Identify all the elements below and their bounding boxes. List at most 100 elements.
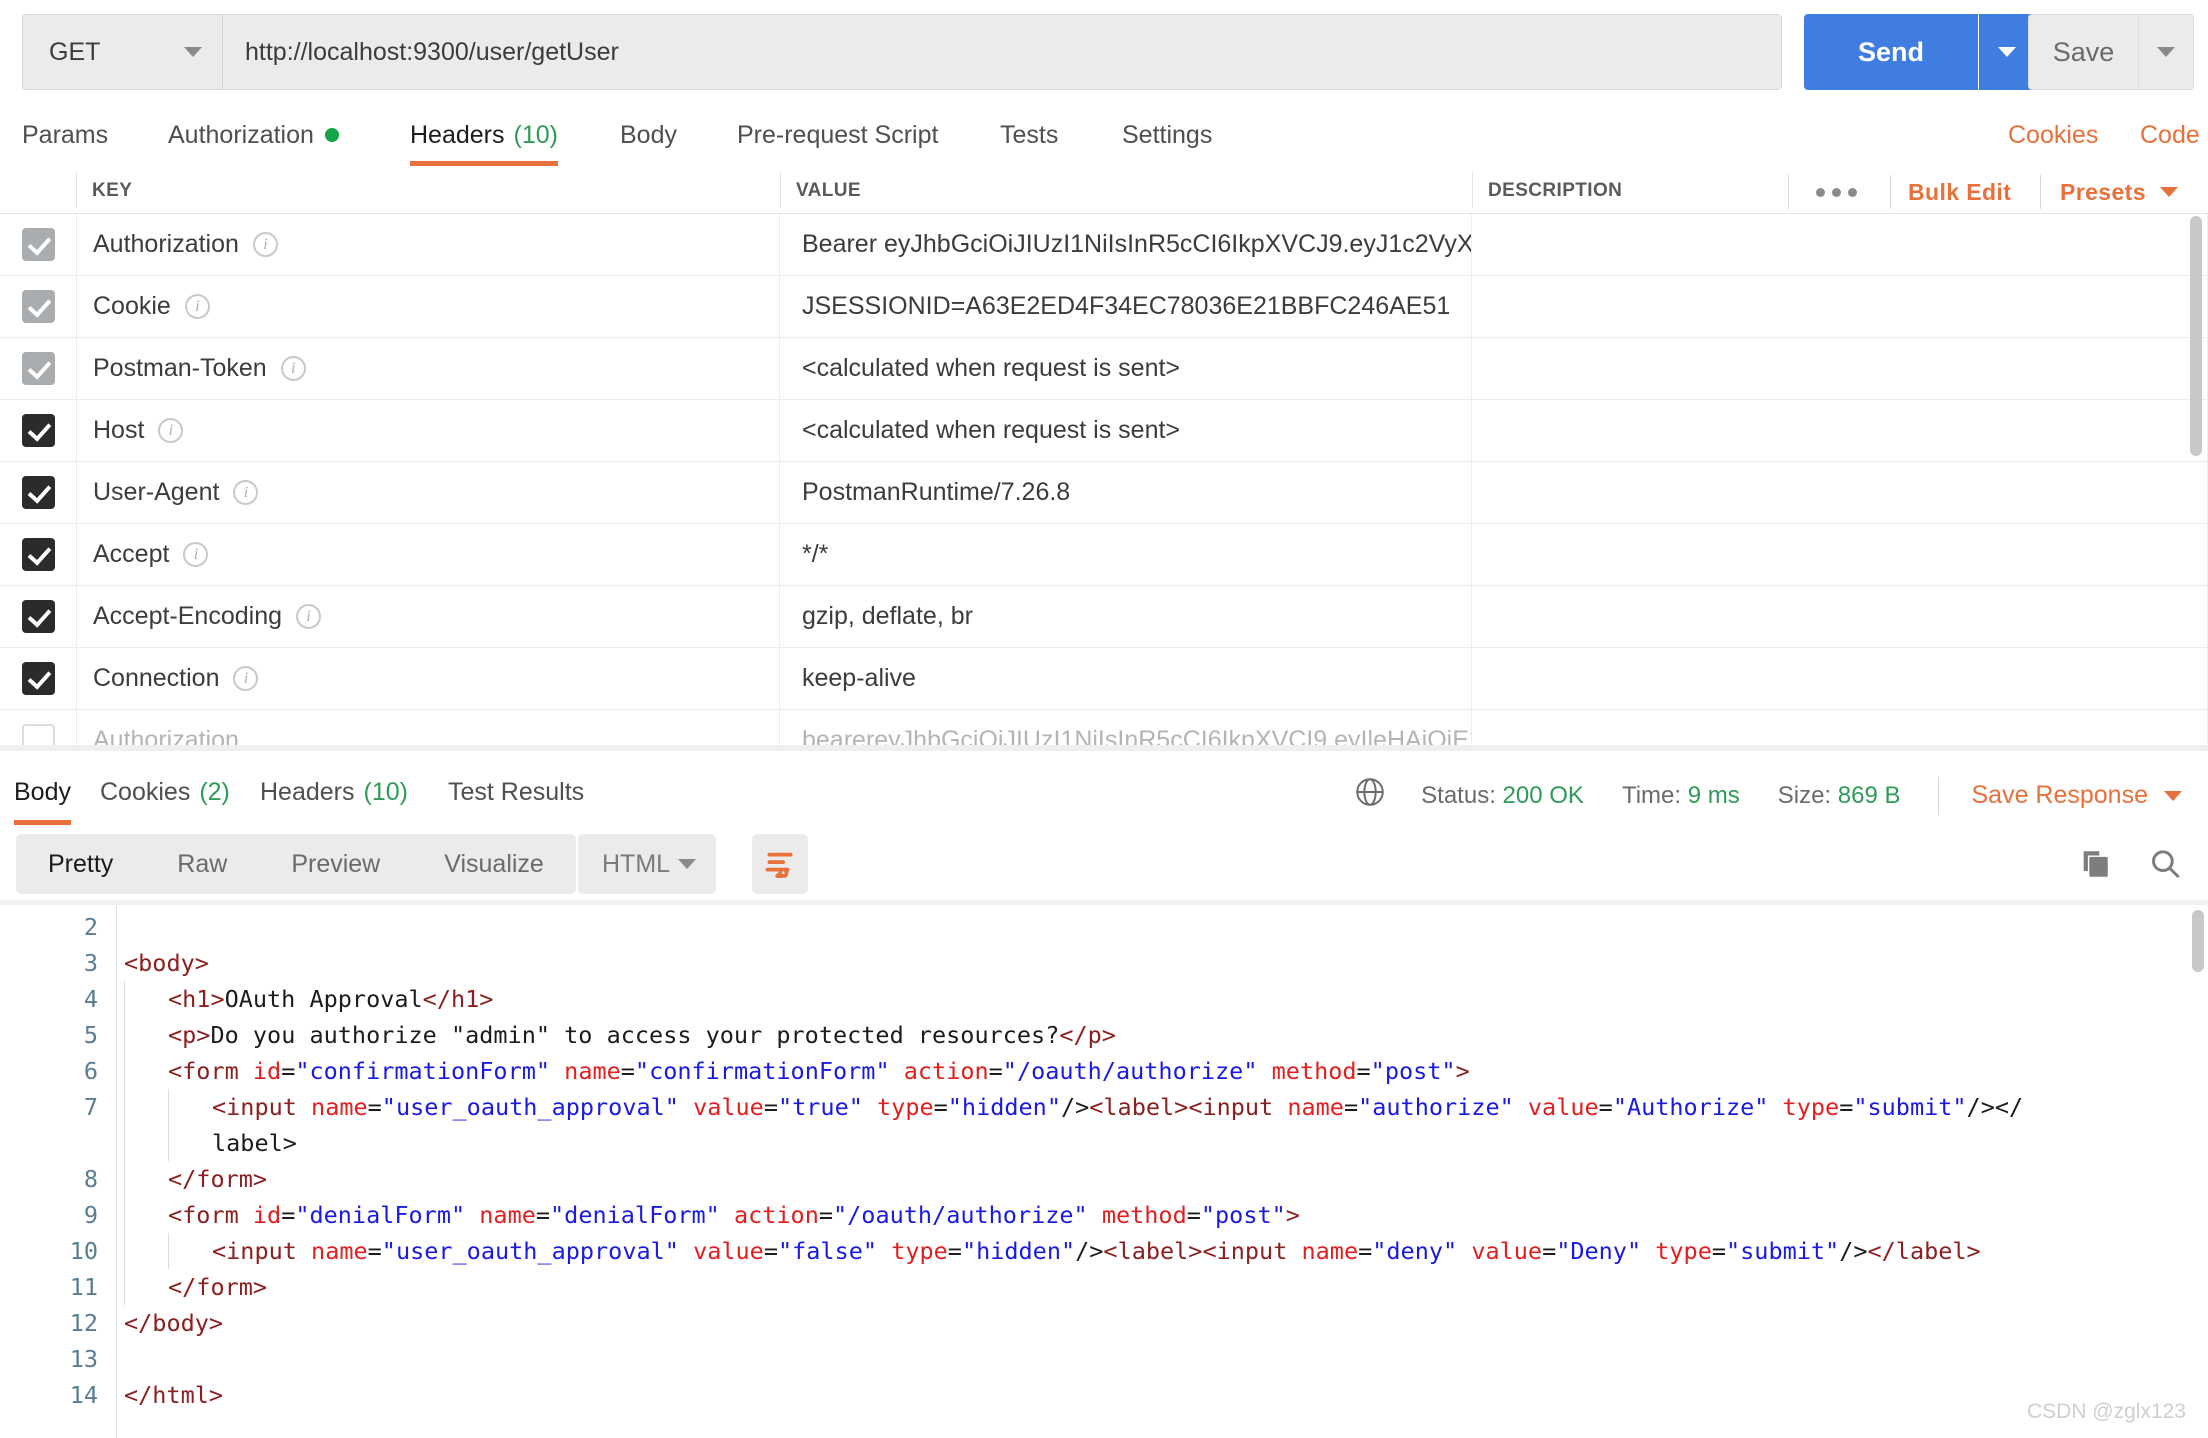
request-tab-settings[interactable]: Settings bbox=[1122, 104, 1212, 166]
header-enable-checkbox[interactable] bbox=[21, 228, 55, 261]
header-enable-checkbox[interactable] bbox=[21, 352, 55, 385]
tab-label: Cookies bbox=[100, 777, 191, 806]
header-enable-checkbox[interactable] bbox=[21, 414, 55, 447]
request-cookies-link[interactable]: Cookies bbox=[2008, 104, 2098, 166]
header-enable-checkbox[interactable] bbox=[21, 290, 55, 323]
header-key-cell[interactable]: Accept i bbox=[76, 523, 780, 586]
header-row[interactable]: Connection i keep-alive bbox=[0, 647, 2208, 710]
request-code-link[interactable]: Code bbox=[2140, 104, 2200, 166]
header-row[interactable]: Postman-Token i <calculated when request i… bbox=[0, 337, 2208, 400]
header-key-cell[interactable]: Cookie i bbox=[76, 275, 780, 338]
header-value-cell[interactable]: gzip, deflate, br bbox=[780, 585, 1472, 648]
bulk-edit-button[interactable]: Bulk Edit bbox=[1908, 174, 2011, 210]
search-button[interactable] bbox=[2148, 847, 2182, 886]
header-enable-checkbox[interactable] bbox=[21, 662, 55, 695]
code-token-txt: label> bbox=[212, 1129, 297, 1157]
code-token-attr: method bbox=[1101, 1201, 1187, 1229]
presets-button[interactable]: Presets bbox=[2060, 174, 2178, 210]
code-token-attr: name bbox=[311, 1093, 368, 1121]
header-enable-checkbox[interactable] bbox=[21, 538, 55, 571]
header-value-cell[interactable]: Bearer eyJhbGciOiJIUzI1NiIsInR5cCI6IkpXV… bbox=[780, 214, 1472, 276]
code-token-txt: = bbox=[818, 1201, 834, 1229]
word-wrap-button[interactable] bbox=[752, 834, 808, 894]
request-tab-authorization[interactable]: Authorization bbox=[168, 104, 339, 166]
header-row[interactable]: Accept i */* bbox=[0, 523, 2208, 586]
more-actions-button[interactable] bbox=[1816, 174, 1857, 210]
response-body-code[interactable]: 2 3 <body> 4 <h1>OAuth Approval</h1> 5 <p>Do y… bbox=[0, 905, 2208, 1438]
header-value-cell[interactable]: keep-alive bbox=[780, 647, 1472, 710]
header-value-cell[interactable]: PostmanRuntime/7.26.8 bbox=[780, 461, 1472, 524]
header-value-cell[interactable]: */* bbox=[780, 523, 1472, 586]
header-row[interactable]: User-Agent i PostmanRuntime/7.26.8 bbox=[0, 461, 2208, 524]
request-tab-headers[interactable]: Headers (10) bbox=[410, 104, 558, 166]
request-url-input[interactable] bbox=[223, 15, 1781, 89]
header-row[interactable]: Host i <calculated when request is sent> bbox=[0, 399, 2208, 462]
request-tab-params[interactable]: Params bbox=[22, 104, 108, 166]
header-enable-checkbox[interactable] bbox=[21, 476, 55, 509]
code-scrollbar-thumb[interactable] bbox=[2192, 910, 2204, 972]
copy-button[interactable] bbox=[2078, 847, 2112, 886]
info-icon[interactable]: i bbox=[280, 356, 306, 381]
header-enable-checkbox[interactable] bbox=[21, 724, 55, 745]
header-description-cell[interactable] bbox=[1472, 461, 2208, 524]
response-view-pretty[interactable]: Pretty bbox=[16, 834, 145, 894]
info-icon[interactable]: i bbox=[183, 542, 209, 567]
header-row[interactable]: Authorization bearereyJhbGciOiJIUzI1NiIsI… bbox=[0, 709, 2208, 745]
response-tab-body[interactable]: Body bbox=[14, 761, 71, 825]
code-token-txt: /> bbox=[1075, 1237, 1104, 1265]
response-tab-cookies[interactable]: Cookies (2) bbox=[100, 761, 230, 823]
response-tab-headers[interactable]: Headers (10) bbox=[260, 761, 408, 823]
info-icon[interactable]: i bbox=[158, 418, 184, 443]
response-format-selector[interactable]: HTML bbox=[578, 834, 716, 894]
response-view-raw[interactable]: Raw bbox=[145, 834, 259, 894]
header-key-cell[interactable]: Postman-Token i bbox=[76, 337, 780, 400]
code-token-tag: <input bbox=[212, 1093, 312, 1121]
code-indent-guide bbox=[124, 1017, 125, 1053]
request-tab-tests[interactable]: Tests bbox=[1000, 104, 1058, 166]
code-token-tag: <input bbox=[1188, 1093, 1288, 1121]
header-key-cell[interactable]: Accept-Encoding i bbox=[76, 585, 780, 648]
header-value-cell[interactable]: <calculated when request is sent> bbox=[780, 337, 1472, 400]
save-response-button[interactable]: Save Response bbox=[1971, 781, 2182, 810]
request-tab-body[interactable]: Body bbox=[620, 104, 677, 166]
info-icon[interactable]: i bbox=[233, 666, 259, 691]
headers-table-scrollbar[interactable] bbox=[2190, 216, 2202, 736]
header-row[interactable]: Accept-Encoding i gzip, deflate, br bbox=[0, 585, 2208, 648]
header-value-cell[interactable]: JSESSIONID=A63E2ED4F34EC78036E21BBFC246A… bbox=[780, 275, 1472, 338]
header-description-cell[interactable] bbox=[1472, 275, 2208, 338]
header-key-cell[interactable]: Authorization bbox=[76, 709, 780, 745]
response-tab-test-results[interactable]: Test Results bbox=[448, 761, 584, 823]
send-button[interactable]: Send bbox=[1804, 14, 1978, 90]
header-key-cell[interactable]: User-Agent i bbox=[76, 461, 780, 524]
save-button[interactable]: Save bbox=[2028, 14, 2138, 90]
save-options-button[interactable] bbox=[2138, 14, 2194, 90]
header-description-cell[interactable] bbox=[1472, 337, 2208, 400]
header-enable-checkbox[interactable] bbox=[21, 600, 55, 633]
header-row[interactable]: Cookie i JSESSIONID=A63E2ED4F34EC78036E21B… bbox=[0, 275, 2208, 338]
header-row[interactable]: Authorization i Bearer eyJhbGciOiJIUzI1NiI… bbox=[0, 214, 2208, 276]
response-view-preview[interactable]: Preview bbox=[259, 834, 412, 894]
header-description-cell[interactable] bbox=[1472, 214, 2208, 276]
header-description-cell[interactable] bbox=[1472, 709, 2208, 745]
info-icon[interactable]: i bbox=[296, 604, 322, 629]
header-description-cell[interactable] bbox=[1472, 647, 2208, 710]
info-icon[interactable]: i bbox=[233, 480, 259, 505]
send-options-button[interactable] bbox=[1979, 14, 2035, 90]
header-description-cell[interactable] bbox=[1472, 523, 2208, 586]
response-view-visualize[interactable]: Visualize bbox=[412, 834, 576, 894]
header-description-cell[interactable] bbox=[1472, 399, 2208, 462]
info-icon[interactable]: i bbox=[184, 294, 210, 319]
scrollbar-thumb[interactable] bbox=[2190, 216, 2202, 456]
request-tab-pre-request-script[interactable]: Pre-request Script bbox=[737, 104, 938, 166]
header-key-cell[interactable]: Connection i bbox=[76, 647, 780, 710]
code-token-txt: = bbox=[1839, 1093, 1854, 1121]
header-value-cell[interactable]: <calculated when request is sent> bbox=[780, 399, 1472, 462]
header-value-cell[interactable]: bearereyJhbGciOiJIUzI1NiIsInR5cCI6IkpXVC… bbox=[780, 709, 1472, 745]
header-key-cell[interactable]: Authorization i bbox=[76, 214, 780, 276]
header-key-cell[interactable]: Host i bbox=[76, 399, 780, 462]
code-token-txt: = bbox=[988, 1057, 1003, 1085]
http-method-selector[interactable]: GET bbox=[23, 15, 223, 89]
header-description-cell[interactable] bbox=[1472, 585, 2208, 648]
info-icon[interactable]: i bbox=[252, 232, 278, 257]
